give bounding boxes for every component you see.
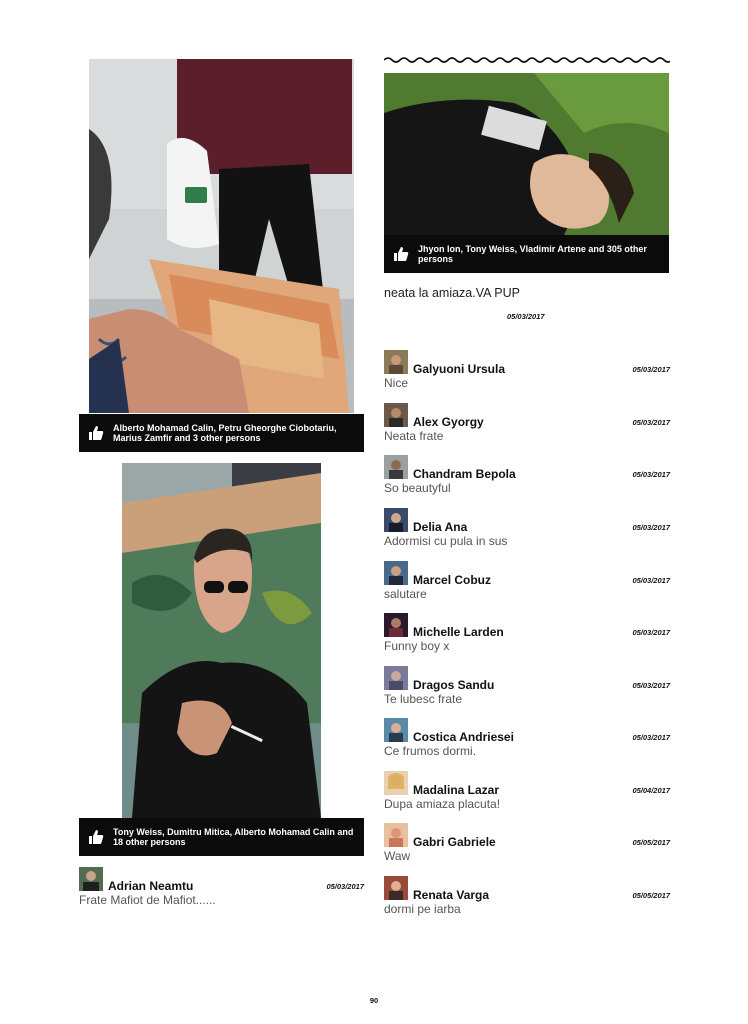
avatar[interactable] [384,561,408,585]
commenter-name[interactable]: Delia Ana [413,520,467,534]
avatar[interactable] [79,867,103,891]
avatar[interactable] [384,613,408,637]
commenter-name[interactable]: Chandram Bepola [413,467,516,481]
thumbs-up-icon[interactable] [88,829,104,845]
commenter-name[interactable]: Costica Andriesei [413,730,514,744]
likes-text[interactable]: Tony Weiss, Dumitru Mitica, Alberto Moha… [113,827,364,848]
comment-text: Te lubesc frate [384,692,463,706]
comment-item: Chandram Bepola 05/03/2017 So beautyful [384,455,670,503]
comment-item: Marcel Cobuz 05/03/2017 salutare [384,561,670,609]
commenter-name[interactable]: Galyuoni Ursula [413,362,505,376]
photo-likes-bar: Alberto Mohamad Calin, Petru Gheorghe Ci… [79,414,364,452]
comment-text: dormi pe iarba [384,902,461,916]
comment-date: 05/03/2017 [632,576,670,585]
comment-text: Ce frumos dormi. [384,744,477,758]
wavy-divider [384,57,670,63]
comment-date: 05/03/2017 [632,365,670,374]
avatar[interactable] [384,455,408,479]
commenter-name[interactable]: Madalina Lazar [413,783,499,797]
avatar[interactable] [384,508,408,532]
post-date: 05/03/2017 [507,312,545,321]
commenter-name[interactable]: Gabri Gabriele [413,835,496,849]
comment-text: Waw [384,849,411,863]
comment-date: 05/03/2017 [632,628,670,637]
page-number: 90 [369,996,379,1005]
comment-item: Renata Varga 05/05/2017 dormi pe iarba [384,876,670,924]
comment-text: Adormisi cu pula in sus [384,534,508,548]
thumbs-up-icon[interactable] [393,246,409,262]
comment-item: Madalina Lazar 05/04/2017 Dupa amiaza pl… [384,771,670,819]
comment-date: 05/03/2017 [632,523,670,532]
commenter-name[interactable]: Adrian Neamtu [108,879,193,893]
commenter-name[interactable]: Michelle Larden [413,625,504,639]
comment-date: 05/03/2017 [632,470,670,479]
thumbs-up-icon[interactable] [88,425,104,441]
photo-man-on-grass [384,73,669,235]
avatar[interactable] [384,350,408,374]
comment-item: Michelle Larden 05/03/2017 Funny boy x [384,613,670,661]
comment-date: 05/03/2017 [632,418,670,427]
commenter-name[interactable]: Alex Gyorgy [413,415,484,429]
comment-text: Dupa amiaza placuta! [384,797,501,811]
comment-item: Dragos Sandu 05/03/2017 Te lubesc frate [384,666,670,714]
comment-item: Galyuoni Ursula 05/03/2017 Nice [384,350,670,398]
comment-date: 05/03/2017 [632,681,670,690]
commenter-name[interactable]: Renata Varga [413,888,489,902]
likes-text[interactable]: Jhyon Ion, Tony Weiss, Vladimir Artene a… [418,244,669,265]
post-caption: neata la amiaza.VA PUP [384,286,520,300]
comment-text: Neata frate [384,429,444,443]
photo-likes-bar: Tony Weiss, Dumitru Mitica, Alberto Moha… [79,818,364,856]
comment-date: 05/05/2017 [632,891,670,900]
avatar[interactable] [384,823,408,847]
comment-item: Costica Andriesei 05/03/2017 Ce frumos d… [384,718,670,766]
comment-item: Alex Gyorgy 05/03/2017 Neata frate [384,403,670,451]
photo-likes-bar: Jhyon Ion, Tony Weiss, Vladimir Artene a… [384,235,669,273]
comment-item: Gabri Gabriele 05/05/2017 Waw [384,823,670,871]
avatar[interactable] [384,718,408,742]
comment-date: 05/05/2017 [632,838,670,847]
photo-man-smoking [122,463,321,818]
likes-text[interactable]: Alberto Mohamad Calin, Petru Gheorghe Ci… [113,423,364,444]
comment-date: 05/04/2017 [632,786,670,795]
commenter-name[interactable]: Marcel Cobuz [413,573,491,587]
comment-text: Frate Mafiot de Mafiot...... [79,893,216,907]
avatar[interactable] [384,666,408,690]
avatar[interactable] [384,771,408,795]
avatar[interactable] [384,876,408,900]
comment-date: 05/03/2017 [632,733,670,742]
comment-item: Delia Ana 05/03/2017 Adormisi cu pula in… [384,508,670,556]
commenter-name[interactable]: Dragos Sandu [413,678,494,692]
comment-date: 05/03/2017 [326,882,364,891]
comment-text: Funny boy x [384,639,450,653]
comment-text: So beautyful [384,481,451,495]
photo-money [89,59,354,413]
comment-text: Nice [384,376,409,390]
comment-text: salutare [384,587,427,601]
comment-item: Adrian Neamtu 05/03/2017 Frate Mafiot de… [79,867,364,915]
avatar[interactable] [384,403,408,427]
